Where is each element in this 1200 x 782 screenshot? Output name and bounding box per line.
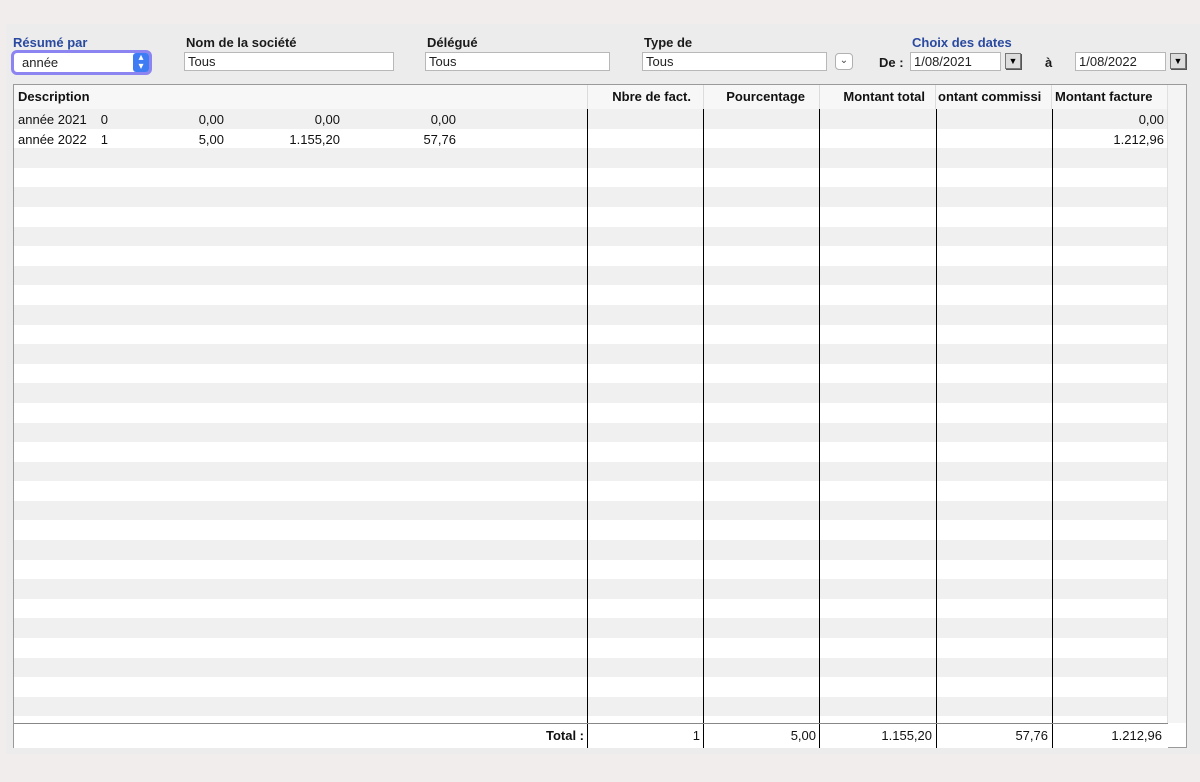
delegue-label: Délégué [427, 35, 478, 50]
column-divider [587, 109, 588, 723]
total-facture: 1.212,96 [1111, 728, 1162, 743]
col-montant-commission[interactable]: ontant commissi [936, 85, 1052, 109]
delegue-input[interactable]: Tous [425, 52, 610, 71]
total-nbre: 1 [692, 728, 700, 743]
row-nbre: 0 [100, 112, 108, 127]
row-pourcentage: 5,00 [198, 132, 224, 147]
column-divider [936, 109, 937, 723]
col-description[interactable]: Description [14, 85, 588, 109]
type-label: Type de [644, 35, 693, 50]
table-header: Description Nbre de fact. Pourcentage Mo… [14, 85, 1168, 110]
date-to-label: à [1045, 55, 1053, 70]
vertical-scrollbar[interactable] [1167, 85, 1186, 723]
column-divider [1052, 109, 1053, 723]
total-label: Total : [545, 728, 584, 743]
date-to-input[interactable]: 1/08/2022 [1075, 52, 1166, 71]
triangle-down-icon: ▼ [1173, 56, 1183, 66]
col-montant-total[interactable]: Montant total [820, 85, 936, 109]
col-montant-facture[interactable]: Montant facture [1052, 85, 1168, 109]
row-commission: 0,00 [430, 112, 456, 127]
type-input[interactable]: Tous [642, 52, 827, 71]
resume-par-select[interactable]: année ▴ ▾ [11, 50, 152, 75]
date-from-dropdown[interactable]: ▼ [1005, 53, 1021, 69]
column-divider [819, 109, 820, 723]
total-montant-total: 1.155,20 [881, 728, 932, 743]
column-divider [703, 109, 704, 723]
row-facture: 0,00 [1138, 112, 1164, 127]
col-nbre[interactable]: Nbre de fact. [588, 85, 704, 109]
row-pourcentage: 0,00 [198, 112, 224, 127]
row-description: année 2022 [18, 132, 87, 147]
stepper-icon: ▴ ▾ [133, 53, 149, 72]
row-montant-total: 0,00 [314, 112, 340, 127]
triangle-down-icon: ▼ [1008, 56, 1018, 66]
chevron-down-icon: ⌄ [839, 55, 849, 66]
resume-par-value: année [22, 55, 59, 70]
resume-par-label: Résumé par [13, 35, 88, 50]
type-dropdown-button[interactable]: ⌄ [835, 53, 853, 70]
total-commission: 57,76 [1015, 728, 1048, 743]
total-pourcentage: 5,00 [790, 728, 816, 743]
totals-row: Total : 1 5,00 1.155,20 57,76 1.212,96 [14, 723, 1168, 748]
date-to-dropdown[interactable]: ▼ [1170, 53, 1186, 69]
societe-input[interactable]: Tous [184, 52, 394, 71]
col-pourcentage[interactable]: Pourcentage [704, 85, 820, 109]
row-description: année 2021 [18, 112, 87, 127]
societe-label: Nom de la société [186, 35, 297, 50]
row-facture: 1.212,96 [1113, 132, 1164, 147]
row-montant-total: 1.155,20 [289, 132, 340, 147]
table-body [14, 109, 1168, 723]
date-from-input[interactable]: 1/08/2021 [910, 52, 1001, 71]
summary-table: Description Nbre de fact. Pourcentage Mo… [13, 84, 1187, 748]
dates-label: Choix des dates [912, 35, 1012, 50]
date-from-label: De : [879, 55, 904, 70]
row-nbre: 1 [100, 132, 108, 147]
row-commission: 57,76 [423, 132, 456, 147]
